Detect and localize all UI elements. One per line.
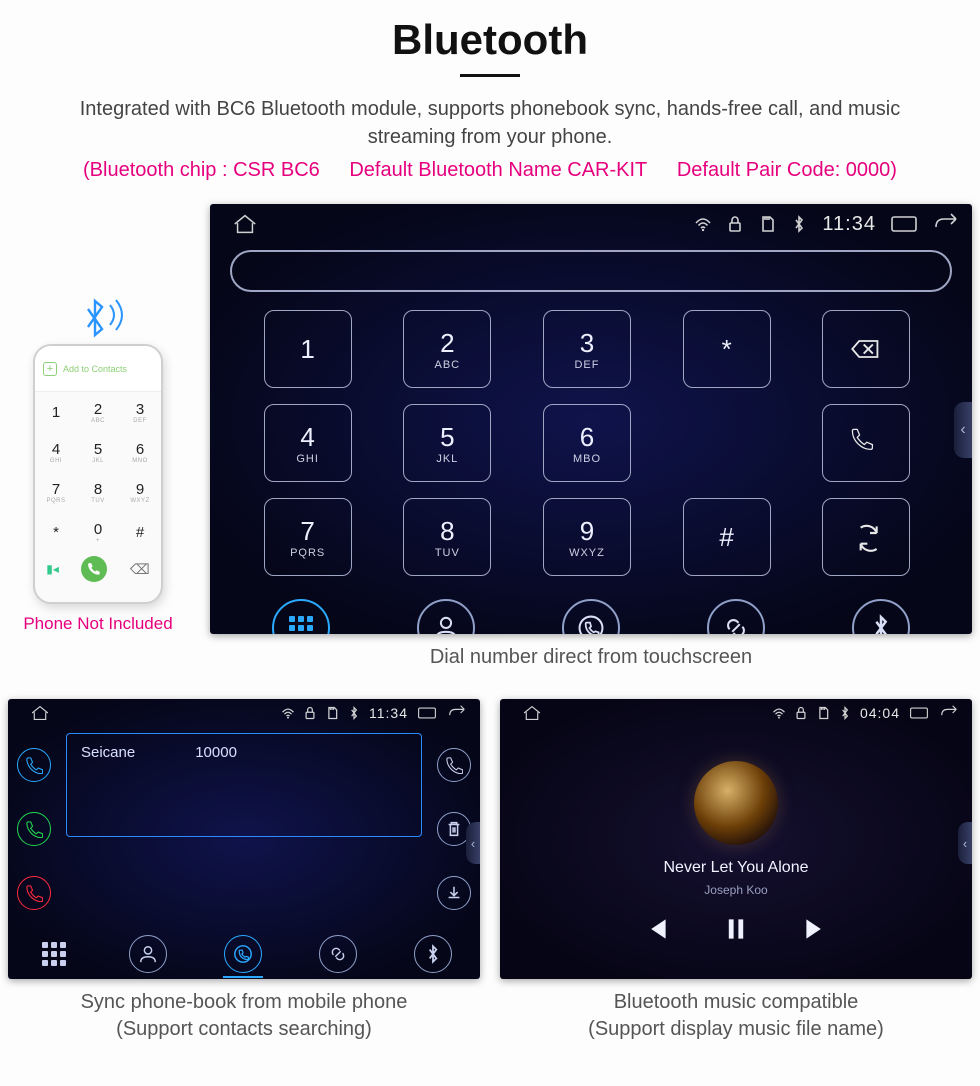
download-contacts-button[interactable] <box>437 876 471 910</box>
tab-calls[interactable] <box>224 935 262 973</box>
call-contact-button[interactable] <box>437 748 471 782</box>
dialer-screen: 11:34 1 2ABC 3DEF * 4GHI 5JKL 6MBO 7PQRS 8TUV 9WX… <box>210 204 972 634</box>
back-icon[interactable] <box>938 705 960 721</box>
key-*[interactable]: * <box>683 310 771 388</box>
add-contact-label: Add to Contacts <box>63 364 127 374</box>
phonebook-caption: Sync phone-book from mobile phone (Suppo… <box>8 989 480 1043</box>
lock-icon <box>726 215 744 233</box>
tab-keypad[interactable] <box>272 599 330 634</box>
tab-pair[interactable] <box>707 599 765 634</box>
home-icon[interactable] <box>522 705 542 721</box>
sd-card-icon <box>758 215 776 233</box>
page-title: Bluetooth <box>4 16 976 64</box>
play-pause-button[interactable] <box>724 917 748 946</box>
add-contact-icon: + <box>43 362 57 376</box>
status-clock: 04:04 <box>860 705 900 721</box>
phone-key-#: # <box>119 512 161 552</box>
sd-card-icon <box>816 706 830 720</box>
tab-bluetooth[interactable] <box>414 935 452 973</box>
key-9[interactable]: 9WXYZ <box>543 498 631 576</box>
title-underline <box>460 74 520 77</box>
phone-key-6: 6MNO <box>119 432 161 472</box>
contact-number: 10000 <box>195 744 237 826</box>
bluetooth-icon <box>838 706 852 720</box>
phone-key-7: 7PQRS <box>35 472 77 512</box>
key-7[interactable]: 7PQRS <box>264 498 352 576</box>
track-artist: Joseph Koo <box>704 883 767 897</box>
track-title: Never Let You Alone <box>663 859 808 877</box>
tab-bluetooth[interactable] <box>852 599 910 634</box>
side-drawer-handle[interactable]: ‹ <box>466 822 480 864</box>
key-backspace[interactable] <box>822 310 910 388</box>
album-art <box>694 761 778 845</box>
sd-card-icon <box>325 706 339 720</box>
bluetooth-spec-line: (Bluetooth chip : CSR BC6 Default Blueto… <box>4 159 976 182</box>
key-6[interactable]: 6MBO <box>543 404 631 482</box>
phone-key-2: 2ABC <box>77 392 119 432</box>
received-calls-icon[interactable] <box>17 812 51 846</box>
key-swap[interactable] <box>822 498 910 576</box>
phone-disclaimer: Phone Not Included <box>8 614 188 634</box>
dial-input[interactable] <box>230 250 952 292</box>
key-#[interactable]: # <box>683 498 771 576</box>
back-icon[interactable] <box>446 705 468 721</box>
recents-icon[interactable] <box>890 214 918 234</box>
bluetooth-icon <box>790 215 808 233</box>
phone-key-0: 0+ <box>77 512 119 552</box>
lock-icon <box>794 706 808 720</box>
music-caption: Bluetooth music compatible (Support disp… <box>500 989 972 1043</box>
lock-icon <box>303 706 317 720</box>
key-4[interactable]: 4GHI <box>264 404 352 482</box>
recents-icon[interactable] <box>416 706 438 720</box>
phonebook-screen: 11:34 Seicane 10000 <box>8 699 480 979</box>
key-8[interactable]: 8TUV <box>403 498 491 576</box>
next-track-button[interactable] <box>804 917 828 946</box>
phone-backspace-icon: ⌫ <box>130 561 150 578</box>
contact-row[interactable]: Seicane 10000 <box>66 733 422 837</box>
bluetooth-icon <box>347 706 361 720</box>
prev-track-button[interactable] <box>644 917 668 946</box>
status-clock: 11:34 <box>369 705 408 721</box>
wifi-icon <box>281 706 295 720</box>
key-call[interactable] <box>822 404 910 482</box>
dialer-caption: Dial number direct from touchscreen <box>206 644 976 671</box>
wifi-icon <box>694 215 712 233</box>
phone-key-9: 9WXYZ <box>119 472 161 512</box>
phone-key-*: * <box>35 512 77 552</box>
tab-keypad[interactable] <box>36 936 72 972</box>
wifi-icon <box>772 706 786 720</box>
tab-pair[interactable] <box>319 935 357 973</box>
recents-icon[interactable] <box>908 706 930 720</box>
missed-calls-icon[interactable] <box>17 876 51 910</box>
key-3[interactable]: 3DEF <box>543 310 631 388</box>
status-clock: 11:34 <box>822 213 876 236</box>
music-screen: 04:04 Never Let You Alone Joseph Koo ‹ <box>500 699 972 979</box>
tab-calls[interactable] <box>562 599 620 634</box>
phone-key-5: 5JKL <box>77 432 119 472</box>
tab-contacts[interactable] <box>417 599 475 634</box>
key-5[interactable]: 5JKL <box>403 404 491 482</box>
back-icon[interactable] <box>932 213 960 235</box>
dialed-calls-icon[interactable] <box>17 748 51 782</box>
phone-call-button <box>81 556 107 582</box>
subtitle: Integrated with BC6 Bluetooth module, su… <box>4 95 976 151</box>
phone-key-8: 8TUV <box>77 472 119 512</box>
home-icon[interactable] <box>30 705 50 721</box>
side-drawer-handle[interactable]: ‹ <box>954 402 972 458</box>
contact-name: Seicane <box>81 744 135 826</box>
home-icon[interactable] <box>232 213 258 235</box>
key-1[interactable]: 1 <box>264 310 352 388</box>
tab-contacts[interactable] <box>129 935 167 973</box>
smartphone-mock: + Add to Contacts 12ABC3DEF 4GHI5JKL6MNO 7… <box>33 344 163 604</box>
phone-key-4: 4GHI <box>35 432 77 472</box>
phone-key-3: 3DEF <box>119 392 161 432</box>
video-call-icon: ▮◂ <box>46 562 59 576</box>
side-drawer-handle[interactable]: ‹ <box>958 822 972 864</box>
key-2[interactable]: 2ABC <box>403 310 491 388</box>
phone-key-1: 1 <box>35 392 77 432</box>
